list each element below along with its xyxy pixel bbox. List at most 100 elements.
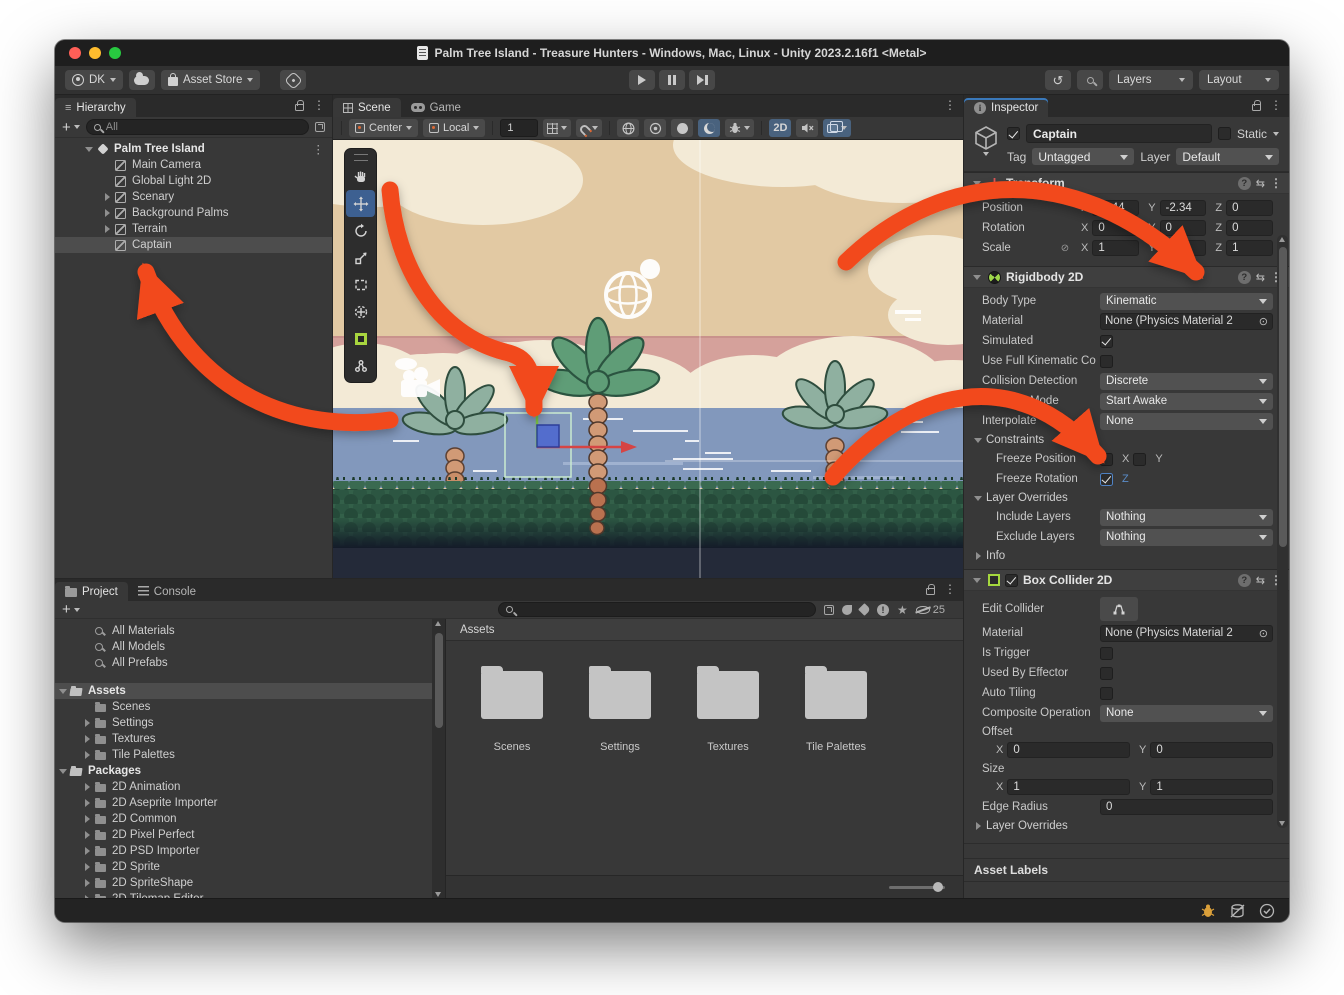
tree-row[interactable]: All Materials bbox=[55, 623, 445, 639]
position-y-field[interactable]: -2.34 bbox=[1160, 200, 1207, 216]
filter-importance-button[interactable]: ! bbox=[877, 604, 889, 616]
rotate-tool[interactable] bbox=[346, 217, 375, 244]
tree-row[interactable]: Terrain bbox=[55, 221, 332, 237]
favorites-button[interactable]: ★ bbox=[897, 603, 908, 617]
tab-hierarchy[interactable]: ≡ Hierarchy bbox=[55, 98, 136, 117]
tree-row[interactable]: Global Light 2D bbox=[55, 173, 332, 189]
object-picker-icon[interactable]: ⊙ bbox=[1259, 627, 1268, 640]
foldout-icon[interactable] bbox=[81, 735, 93, 743]
rotation-y-field[interactable]: 0 bbox=[1160, 220, 1207, 236]
move-tool[interactable] bbox=[346, 190, 375, 217]
tree-row[interactable]: 2D SpriteShape bbox=[55, 875, 445, 891]
tree-row[interactable]: Textures bbox=[55, 731, 445, 747]
tree-row[interactable]: Background Palms bbox=[55, 205, 332, 221]
scene-audio-button[interactable] bbox=[671, 119, 693, 137]
transform-header[interactable]: Transform ⋮ bbox=[964, 172, 1289, 194]
foldout-icon[interactable] bbox=[81, 815, 93, 823]
tab-game[interactable]: Game bbox=[401, 98, 471, 117]
lock-icon[interactable] bbox=[295, 104, 304, 111]
offset-y-field[interactable]: 0 bbox=[1150, 742, 1273, 758]
scroll-down-icon[interactable] bbox=[1279, 821, 1285, 826]
scene-visibility-dropdown[interactable] bbox=[823, 119, 851, 137]
assets-breadcrumb[interactable]: Assets bbox=[446, 619, 963, 641]
rotation-z-field[interactable]: 0 bbox=[1226, 220, 1273, 236]
link-scale-icon[interactable]: ⊘ bbox=[1058, 243, 1072, 254]
draw-mode-button[interactable] bbox=[617, 119, 639, 137]
search-button[interactable] bbox=[1077, 70, 1103, 90]
undo-history-button[interactable]: ↺ bbox=[1045, 70, 1071, 90]
composite-operation-dropdown[interactable]: None bbox=[1100, 705, 1273, 722]
include-layers-dropdown[interactable]: Nothing bbox=[1100, 509, 1273, 526]
create-asset-button[interactable]: + bbox=[62, 602, 80, 617]
account-dropdown[interactable]: DK bbox=[65, 70, 123, 90]
pause-button[interactable] bbox=[659, 70, 685, 90]
scale-x-field[interactable]: 1 bbox=[1092, 240, 1139, 256]
tag-dropdown[interactable]: Untagged bbox=[1032, 148, 1134, 165]
help-icon[interactable] bbox=[1238, 177, 1251, 190]
foldout-icon[interactable] bbox=[971, 181, 983, 186]
foldout-icon[interactable] bbox=[81, 719, 93, 727]
lock-icon[interactable] bbox=[1252, 104, 1261, 111]
kebab-menu-icon[interactable]: ⋮ bbox=[1270, 177, 1282, 189]
foldout-icon[interactable] bbox=[971, 578, 983, 583]
bc-layer-overrides-foldout[interactable]: Layer Overrides bbox=[964, 817, 1289, 835]
tree-row[interactable]: 2D Aseprite Importer bbox=[55, 795, 445, 811]
scrollbar-thumb[interactable] bbox=[435, 633, 443, 728]
asset-folder[interactable]: Scenes bbox=[474, 663, 550, 753]
kebab-menu-icon[interactable]: ⋮ bbox=[313, 99, 325, 111]
constraints-foldout[interactable]: Constraints bbox=[964, 431, 1289, 449]
gameobject-name-field[interactable]: Captain bbox=[1026, 124, 1212, 143]
rb-material-field[interactable]: None (Physics Material 2⊙ bbox=[1100, 313, 1273, 330]
foldout-icon[interactable] bbox=[81, 783, 93, 791]
tree-row[interactable]: Packages bbox=[55, 763, 445, 779]
foldout-icon[interactable] bbox=[81, 751, 93, 759]
bc-material-field[interactable]: None (Physics Material 2⊙ bbox=[1100, 625, 1273, 642]
thumbnail-size-slider[interactable] bbox=[889, 886, 945, 889]
boxcollider2d-header[interactable]: Box Collider 2D ⋮ bbox=[964, 569, 1289, 591]
sleeping-mode-dropdown[interactable]: Start Awake bbox=[1100, 393, 1273, 410]
use-full-kinematic-checkbox[interactable] bbox=[1100, 355, 1113, 368]
presets-icon[interactable] bbox=[1256, 177, 1265, 190]
tree-row[interactable]: All Models bbox=[55, 639, 445, 655]
scroll-down-icon[interactable] bbox=[435, 892, 441, 897]
scale-z-field[interactable]: 1 bbox=[1226, 240, 1273, 256]
tree-row[interactable]: 2D Tilemap Editor bbox=[55, 891, 445, 898]
used-by-effector-checkbox[interactable] bbox=[1100, 667, 1113, 680]
cloud-button[interactable] bbox=[129, 70, 155, 90]
foldout-icon[interactable] bbox=[83, 147, 95, 152]
freeze-position-x-checkbox[interactable] bbox=[1100, 453, 1113, 466]
popout-icon[interactable] bbox=[315, 122, 325, 132]
scale-y-field[interactable]: 1 bbox=[1160, 240, 1207, 256]
foldout-icon[interactable] bbox=[971, 275, 983, 280]
body-type-dropdown[interactable]: Kinematic bbox=[1100, 293, 1273, 310]
tree-row[interactable]: Settings bbox=[55, 715, 445, 731]
auto-tiling-checkbox[interactable] bbox=[1100, 687, 1113, 700]
foldout-icon[interactable] bbox=[81, 831, 93, 839]
mute-audio-button[interactable] bbox=[796, 119, 818, 137]
tree-row[interactable]: Scenes bbox=[55, 699, 445, 715]
rect-tool[interactable] bbox=[346, 271, 375, 298]
offset-x-field[interactable]: 0 bbox=[1007, 742, 1130, 758]
debug-bug-icon[interactable] bbox=[1200, 903, 1216, 919]
freeze-position-y-checkbox[interactable] bbox=[1133, 453, 1146, 466]
interpolate-dropdown[interactable]: None bbox=[1100, 413, 1273, 430]
freeze-rotation-z-checkbox[interactable] bbox=[1100, 473, 1113, 486]
snap-settings-dropdown[interactable] bbox=[576, 119, 602, 137]
filter-by-type-button[interactable] bbox=[842, 605, 852, 615]
kebab-menu-icon[interactable]: ⋮ bbox=[944, 99, 956, 111]
tree-row[interactable]: 2D Common bbox=[55, 811, 445, 827]
rotation-x-field[interactable]: 0 bbox=[1092, 220, 1139, 236]
foldout-icon[interactable] bbox=[81, 863, 93, 871]
asset-store-button[interactable]: Asset Store bbox=[161, 70, 260, 90]
scale-tool[interactable] bbox=[346, 244, 375, 271]
info-foldout[interactable]: Info bbox=[964, 547, 1289, 565]
scene-effects-toggle[interactable] bbox=[698, 119, 720, 137]
hierarchy-search-input[interactable]: All bbox=[86, 119, 309, 135]
transform-tool[interactable] bbox=[346, 298, 375, 325]
position-x-field[interactable]: -1.44 bbox=[1092, 200, 1139, 216]
layers-dropdown[interactable]: Layers bbox=[1109, 70, 1193, 90]
step-button[interactable] bbox=[689, 70, 715, 90]
tree-row[interactable]: 2D PSD Importer bbox=[55, 843, 445, 859]
asset-folder[interactable]: Textures bbox=[690, 663, 766, 753]
tree-row[interactable]: 2D Animation bbox=[55, 779, 445, 795]
